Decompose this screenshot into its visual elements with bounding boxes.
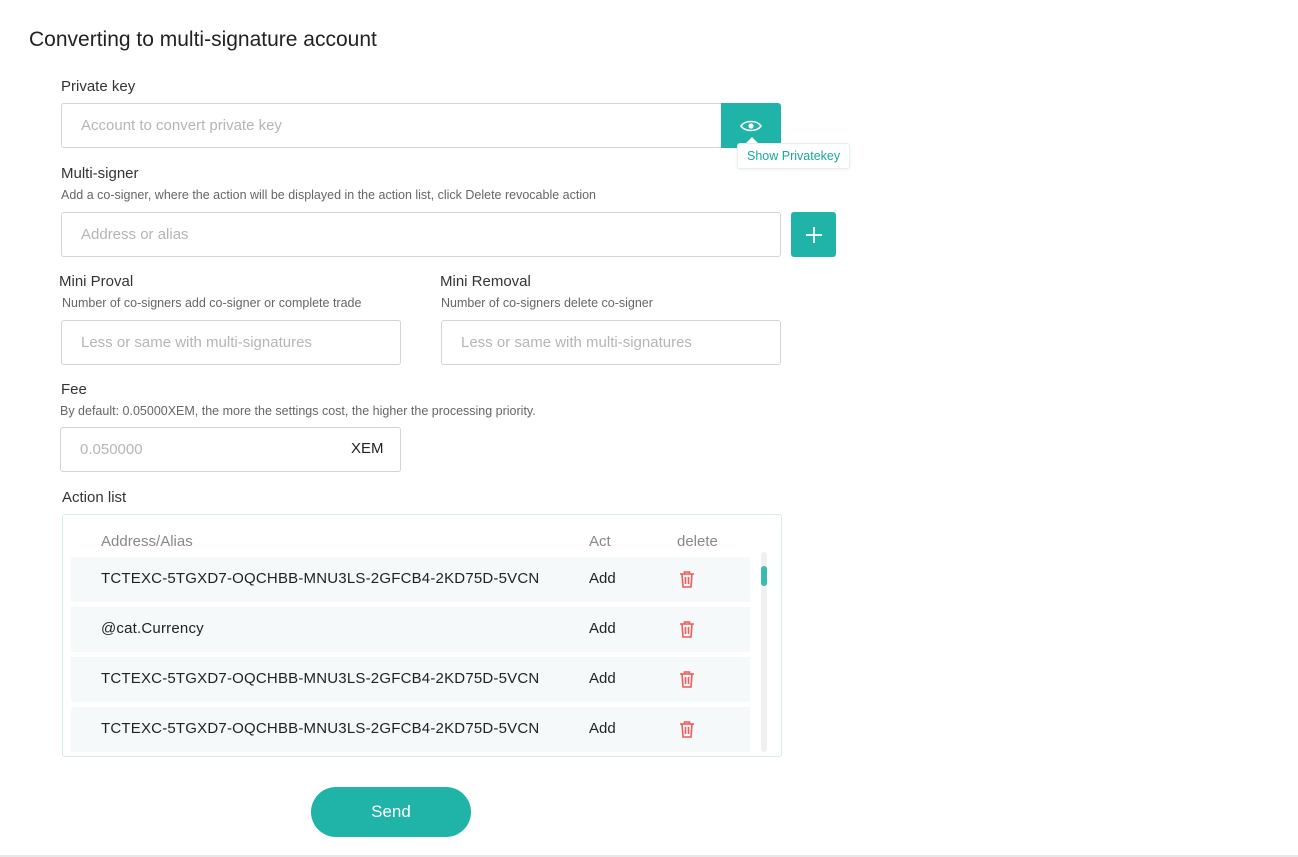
fee-input[interactable] xyxy=(60,427,401,472)
plus-icon xyxy=(805,226,822,243)
column-header-address: Address/Alias xyxy=(101,533,193,550)
trash-icon[interactable] xyxy=(679,570,697,590)
action-list-label: Action list xyxy=(62,489,127,506)
show-privatekey-tooltip: Show Privatekey xyxy=(737,143,851,169)
mini-removal-hint: Number of co-signers delete co-signer xyxy=(441,296,653,310)
fee-hint: By default: 0.05000XEM, the more the set… xyxy=(60,404,536,418)
trash-icon[interactable] xyxy=(679,720,697,740)
mini-approval-label: Mini Proval xyxy=(59,273,134,290)
row-address: TCTEXC-5TGXD7-OQCHBB-MNU3LS-2GFCB4-2KD75… xyxy=(101,670,540,687)
private-key-input[interactable] xyxy=(61,103,722,148)
fee-label: Fee xyxy=(61,381,87,398)
row-act: Add xyxy=(589,620,616,637)
table-row: TCTEXC-5TGXD7-OQCHBB-MNU3LS-2GFCB4-2KD75… xyxy=(71,557,750,602)
table-row: @cat.Currency Add xyxy=(71,607,750,652)
page-title: Converting to multi-signature account xyxy=(29,28,377,51)
multi-signer-input[interactable] xyxy=(61,212,781,257)
action-list-table: Address/Alias Act delete TCTEXC-5TGXD7-O… xyxy=(62,514,782,757)
column-header-act: Act xyxy=(589,533,611,550)
row-act: Add xyxy=(589,670,616,687)
eye-icon xyxy=(740,120,762,131)
row-address: TCTEXC-5TGXD7-OQCHBB-MNU3LS-2GFCB4-2KD75… xyxy=(101,720,540,737)
table-row: TCTEXC-5TGXD7-OQCHBB-MNU3LS-2GFCB4-2KD75… xyxy=(71,707,750,752)
multi-signer-hint: Add a co-signer, where the action will b… xyxy=(61,188,597,202)
row-act: Add xyxy=(589,570,616,587)
add-cosigner-button[interactable] xyxy=(791,212,836,257)
private-key-label: Private key xyxy=(61,78,136,95)
fee-unit: XEM xyxy=(351,440,384,457)
multi-signer-label: Multi-signer xyxy=(61,165,139,182)
mini-removal-label: Mini Removal xyxy=(440,273,531,290)
trash-icon[interactable] xyxy=(679,620,697,640)
row-act: Add xyxy=(589,720,616,737)
mini-approval-hint: Number of co-signers add co-signer or co… xyxy=(62,296,362,310)
trash-icon[interactable] xyxy=(679,670,697,690)
row-address: TCTEXC-5TGXD7-OQCHBB-MNU3LS-2GFCB4-2KD75… xyxy=(101,570,540,587)
row-address: @cat.Currency xyxy=(101,620,204,637)
table-row: TCTEXC-5TGXD7-OQCHBB-MNU3LS-2GFCB4-2KD75… xyxy=(71,657,750,702)
mini-approval-input[interactable] xyxy=(61,320,401,365)
column-header-delete: delete xyxy=(677,533,718,550)
scrollbar-thumb[interactable] xyxy=(761,566,767,586)
send-button[interactable]: Send xyxy=(311,787,471,837)
mini-removal-input[interactable] xyxy=(441,320,781,365)
